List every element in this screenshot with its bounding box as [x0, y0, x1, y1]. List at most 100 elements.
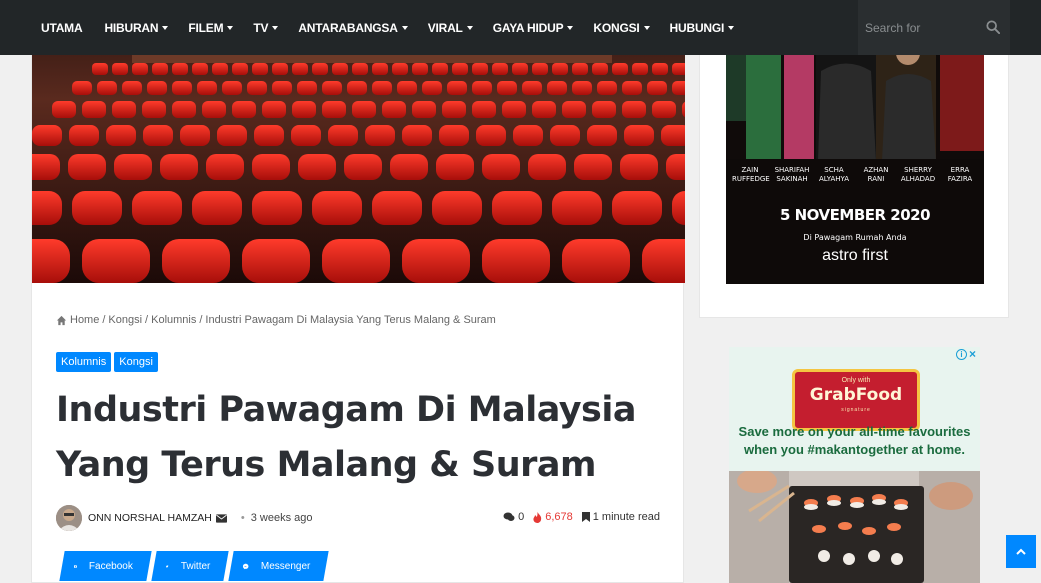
cinema-seat: [397, 81, 417, 95]
cinema-seat: [472, 81, 492, 95]
cinema-seat: [232, 63, 248, 75]
cinema-seat: [32, 154, 60, 180]
cinema-seat: [52, 101, 76, 118]
cinema-seat: [661, 125, 685, 146]
cinema-seat: [513, 125, 543, 146]
search-icon[interactable]: [986, 20, 1000, 34]
cinema-seat: [97, 81, 117, 95]
search-input[interactable]: [858, 20, 978, 35]
category-kolumnis[interactable]: Kolumnis: [56, 352, 112, 372]
poster-tagline: Di Pawagam Rumah Anda: [803, 233, 907, 242]
nav-item-hubungi[interactable]: HUBUNGI: [660, 0, 745, 55]
cinema-seat: [482, 154, 520, 180]
breadcrumb-kongsi[interactable]: Kongsi: [108, 314, 142, 326]
cinema-seat: [232, 101, 256, 118]
cinema-seat: [562, 239, 630, 283]
nav-item-kongsi[interactable]: KONGSI: [583, 0, 659, 55]
cinema-seat: [647, 81, 667, 95]
cinema-seat: [212, 63, 228, 75]
cinema-seat: [572, 63, 588, 75]
envelope-icon[interactable]: [215, 513, 227, 523]
cinema-seat: [402, 125, 432, 146]
cinema-seat: [632, 63, 648, 75]
cinema-seat: [72, 191, 122, 225]
nav-item-antarabangsa[interactable]: ANTARABANGSA: [288, 0, 417, 55]
cinema-seat: [298, 154, 336, 180]
author-name[interactable]: ONN NORSHAL HAMZAH: [88, 512, 212, 524]
chevron-down-icon: [466, 26, 473, 30]
cinema-seat: [622, 101, 646, 118]
home-icon: [56, 315, 67, 325]
scroll-to-top-button[interactable]: [1006, 535, 1036, 568]
nav-item-tv[interactable]: TV: [243, 0, 288, 55]
meta-separator: •: [240, 512, 245, 524]
cinema-seat: [365, 125, 395, 146]
main-navigation: UTAMA HIBURAN FILEM TV ANTARABANGSA VIRA…: [0, 0, 1041, 55]
ad-choices[interactable]: i ×: [955, 348, 976, 360]
cinema-seat: [574, 154, 612, 180]
cinema-seat: [292, 63, 308, 75]
author-avatar[interactable]: [56, 505, 82, 531]
cinema-seat: [476, 125, 506, 146]
cinema-seat: [392, 63, 408, 75]
share-messenger-button[interactable]: Messenger: [228, 551, 329, 581]
comments-icon: [503, 512, 515, 521]
nav-item-filem[interactable]: FILEM: [178, 0, 243, 55]
cinema-seat: [272, 81, 292, 95]
cinema-seat: [612, 191, 662, 225]
cinema-seat: [372, 63, 388, 75]
breadcrumb-kolumnis[interactable]: Kolumnis: [151, 314, 196, 326]
cinema-seat: [422, 81, 442, 95]
cinema-seat: [612, 63, 628, 75]
cinema-seat: [32, 125, 62, 146]
cinema-seat: [222, 81, 242, 95]
cinema-seat: [132, 63, 148, 75]
category-kongsi[interactable]: Kongsi: [114, 352, 158, 372]
cinema-seat: [82, 101, 106, 118]
grabfood-logo: Only with GrabFood signature: [792, 369, 920, 431]
cinema-seat: [312, 191, 362, 225]
cinema-seat: [172, 81, 192, 95]
cinema-seat: [72, 81, 92, 95]
cinema-seat: [152, 63, 168, 75]
cinema-seat: [242, 239, 310, 283]
fire-icon: [533, 511, 542, 523]
cinema-seat: [672, 63, 685, 75]
poster-brand: astro first: [822, 247, 888, 264]
cinema-seat: [572, 81, 592, 95]
cinema-seat: [492, 63, 508, 75]
breadcrumb-home[interactable]: Home: [70, 314, 99, 326]
cinema-seat: [217, 125, 247, 146]
close-icon[interactable]: ×: [969, 348, 976, 360]
info-icon[interactable]: i: [955, 349, 967, 360]
cinema-seat: [172, 101, 196, 118]
share-twitter-button[interactable]: Twitter: [151, 551, 229, 581]
cinema-seat: [344, 154, 382, 180]
grabfood-ad[interactable]: i × Only with GrabFood signature Save mo…: [729, 347, 980, 583]
cinema-seat: [297, 81, 317, 95]
article-card: Home / Kongsi / Kolumnis / Industri Pawa…: [31, 0, 685, 583]
chevron-down-icon: [401, 26, 408, 30]
cinema-seat: [439, 125, 469, 146]
nav-item-viral[interactable]: VIRAL: [418, 0, 483, 55]
nav-item-utama[interactable]: UTAMA: [0, 0, 94, 55]
share-buttons: Facebook Twitter Messenger: [59, 551, 329, 581]
post-date: 3 weeks ago: [250, 512, 313, 524]
nav-item-gaya-hidup[interactable]: GAYA HIDUP: [483, 0, 584, 55]
share-facebook-button[interactable]: Facebook: [59, 551, 152, 581]
cinema-seat: [322, 239, 390, 283]
cinema-seat: [442, 101, 466, 118]
cinema-seat: [328, 125, 358, 146]
cinema-seat: [652, 63, 668, 75]
nav-item-hiburan[interactable]: HIBURAN: [94, 0, 178, 55]
cinema-seat: [262, 101, 286, 118]
cinema-seat: [332, 63, 348, 75]
cinema-seat: [106, 125, 136, 146]
cinema-seat: [82, 239, 150, 283]
comments-count[interactable]: 0: [503, 511, 524, 523]
cinema-seat: [322, 81, 342, 95]
breadcrumb: Home / Kongsi / Kolumnis / Industri Pawa…: [56, 314, 496, 326]
cinema-seat: [147, 81, 167, 95]
cinema-seat: [206, 154, 244, 180]
cinema-seat: [347, 81, 367, 95]
